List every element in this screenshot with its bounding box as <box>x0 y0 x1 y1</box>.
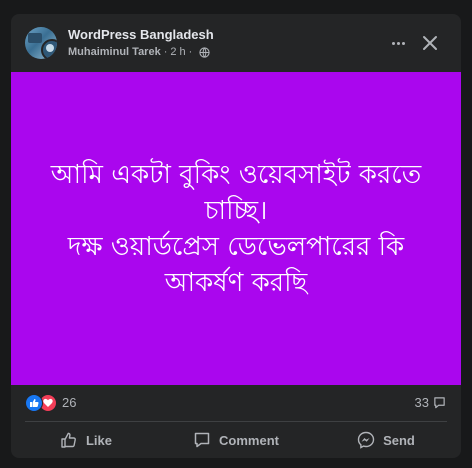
comment-count-value: 33 <box>414 395 429 410</box>
reactions-bar: 26 33 <box>11 385 461 421</box>
comment-icon <box>194 432 210 448</box>
author-name[interactable]: Muhaiminul Tarek <box>68 46 161 58</box>
like-reaction-icon <box>25 394 43 412</box>
post-banner[interactable]: আমি একটা বুকিং ওয়েবসাইট করতে চাচ্ছি। দক… <box>11 72 461 385</box>
banner-text-line: দক্ষ ওয়ার্ডপ্রেস ডেভেলপারের কি <box>67 231 405 262</box>
group-name[interactable]: WordPress Bangladesh <box>68 27 214 42</box>
comment-label: Comment <box>219 432 279 448</box>
post-meta: Muhaiminul Tarek · 2 h · <box>68 46 210 58</box>
like-button[interactable]: Like <box>11 422 161 458</box>
banner-text-line: চাচ্ছি। <box>204 195 268 226</box>
send-button[interactable]: Send <box>311 422 461 458</box>
meta-separator: · <box>163 46 168 58</box>
group-avatar[interactable] <box>25 27 57 59</box>
comment-count[interactable]: 33 <box>415 395 446 410</box>
meta-separator: · <box>188 46 193 58</box>
post-actions: Like Comment Send <box>11 422 461 458</box>
more-options-button[interactable] <box>387 33 409 53</box>
banner-text-line: আকর্ষণ করছি <box>164 267 308 298</box>
reaction-icons[interactable] <box>25 394 59 412</box>
globe-icon <box>199 46 210 58</box>
post-card: WordPress Bangladesh Muhaiminul Tarek · … <box>11 14 461 458</box>
close-icon[interactable] <box>419 32 441 54</box>
messenger-icon <box>357 431 375 449</box>
like-label: Like <box>85 432 112 448</box>
post-header: WordPress Bangladesh Muhaiminul Tarek · … <box>11 14 461 72</box>
banner-text-line: আমি একটা বুকিং ওয়েবসাইট করতে <box>50 159 422 190</box>
post-time[interactable]: 2 h <box>170 46 185 58</box>
send-label: Send <box>383 432 415 448</box>
thumbs-up-icon <box>61 432 76 448</box>
comment-button[interactable]: Comment <box>161 422 311 458</box>
comment-bubble-icon <box>434 397 445 409</box>
reaction-count[interactable]: 26 <box>62 395 76 410</box>
